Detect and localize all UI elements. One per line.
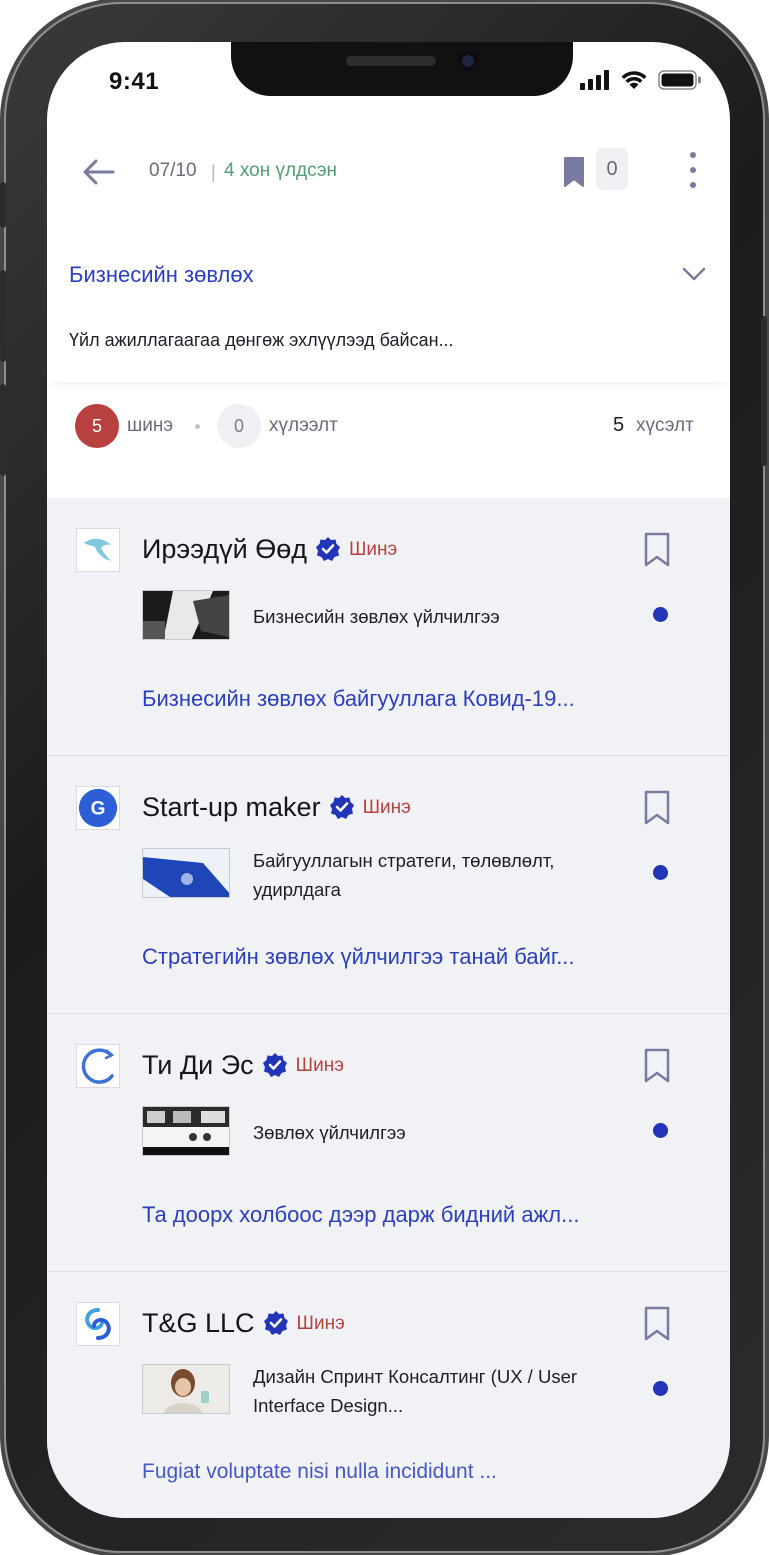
new-tag: Шинэ (295, 1055, 344, 1076)
unread-indicator (653, 1123, 668, 1138)
dolphin-logo-icon (84, 538, 111, 561)
new-tag: Шинэ (296, 1313, 345, 1334)
volume-down-button (0, 384, 6, 476)
wish-count: 5 (613, 414, 625, 436)
swirl-logo-icon (85, 1308, 111, 1340)
company-name-text: Ти Ди Эс (142, 1050, 254, 1080)
more-options-button[interactable] (683, 152, 703, 188)
new-count-badge: 5 (75, 404, 119, 448)
counter-separator: | (211, 162, 216, 182)
speaker-grille (346, 56, 436, 66)
company-name-text: Start-up maker (142, 792, 321, 822)
new-tag: Шинэ (349, 539, 398, 560)
request-counter: 07/10 (149, 160, 197, 181)
list-item[interactable]: G Start-up maker Шинэ Байгууллагын страте… (47, 756, 730, 1014)
more-dots-icon (690, 167, 696, 173)
list-item[interactable]: Ирээдүй Өөд Шинэ Бизнесийн зөвлөх үйлчилг… (47, 498, 730, 756)
waiting-count-badge: 0 (217, 404, 261, 448)
bookmark-outline-icon[interactable] (642, 532, 672, 568)
unread-indicator (653, 865, 668, 880)
mute-switch (0, 182, 6, 228)
company-name: Ти Ди Эс Шинэ (142, 1050, 344, 1081)
chevron-down-icon[interactable] (681, 264, 707, 284)
g-logo-icon: G (78, 788, 118, 828)
service-name: Дизайн Спринт Консалтинг (UX / User Inte… (253, 1366, 578, 1416)
screen: 9:41 07/10 | 4 хон үлдсэн 0 Бизнесийн зө… (47, 42, 730, 1518)
company-logo (76, 1044, 120, 1088)
stats-row: 5 шинэ 0 хүлээлт 5 хүсэлт (47, 400, 730, 452)
wifi-icon (621, 71, 647, 89)
arrow-left-icon (83, 159, 115, 185)
svg-text:G: G (91, 799, 106, 820)
unread-indicator (653, 1381, 668, 1396)
new-tag: Шинэ (362, 797, 411, 818)
company-name: T&G LLC Шинэ (142, 1308, 345, 1339)
more-dots-icon (690, 152, 696, 158)
battery-icon (658, 70, 701, 90)
phone-frame: 9:41 07/10 | 4 хон үлдсэн 0 Бизнесийн зө… (0, 2, 767, 1553)
power-button (761, 316, 767, 466)
bookmark-outline-icon[interactable] (642, 790, 672, 826)
category-description: Үйл ажиллагаагаа дөнгөж эхлүүлээд байсан… (69, 330, 454, 350)
service-name: Зөвлөх үйлчилгээ (253, 1122, 406, 1143)
status-icons (580, 70, 702, 90)
bookmark-count-badge: 0 (596, 148, 628, 190)
arc-logo-icon (81, 1048, 115, 1084)
verified-badge-icon (263, 1311, 288, 1335)
cellular-signal-icon (580, 70, 609, 90)
unread-indicator (653, 607, 668, 622)
service-name: Бизнесийн зөвлөх үйлчилгээ (253, 606, 500, 627)
notch (231, 42, 573, 96)
waiting-label: хүлээлт (269, 415, 338, 436)
service-name: Байгууллагын стратеги, төлөвлөлт, удирлд… (253, 850, 555, 900)
offer-description-link[interactable]: Бизнесийн зөвлөх байгууллага Ковид-19... (142, 686, 575, 712)
bookmark-outline-icon[interactable] (642, 1306, 672, 1342)
verified-badge-icon (262, 1053, 287, 1077)
list-item[interactable]: T&G LLC Шинэ Дизайн Спринт Консалтинг (UX… (47, 1272, 730, 1518)
days-remaining: 4 хон үлдсэн (224, 160, 338, 181)
list-item[interactable]: Ти Ди Эс Шинэ Зөвлөх үйлчилгээ Та доорх х… (47, 1014, 730, 1272)
service-thumbnail (142, 1106, 230, 1156)
company-name-text: Ирээдүй Өөд (142, 534, 307, 564)
company-logo (76, 1302, 120, 1346)
offer-list: Ирээдүй Өөд Шинэ Бизнесийн зөвлөх үйлчилг… (47, 498, 730, 1518)
wish-label: хүсэлт (636, 415, 694, 436)
offer-description-link[interactable]: Fugiat voluptate nisi nulla incididunt .… (142, 1460, 497, 1484)
company-logo (76, 528, 120, 572)
category-title: Бизнесийн зөвлөх (69, 262, 254, 287)
volume-up-button (0, 270, 6, 362)
company-name: Ирээдүй Өөд Шинэ (142, 534, 397, 565)
stats-dot-separator (195, 424, 200, 429)
new-label: шинэ (127, 415, 174, 436)
bookmark-icon[interactable] (559, 156, 589, 188)
verified-badge-icon (329, 795, 354, 819)
company-name-text: T&G LLC (142, 1308, 255, 1338)
verified-badge-icon (316, 537, 340, 561)
company-logo: G (76, 786, 120, 830)
more-dots-icon (690, 182, 696, 188)
offer-description-link[interactable]: Та доорх холбоос дээр дарж бидний ажл... (142, 1202, 579, 1228)
service-thumbnail (142, 590, 230, 640)
bookmark-outline-icon[interactable] (642, 1048, 672, 1084)
company-name: Start-up maker Шинэ (142, 792, 411, 823)
service-thumbnail (142, 1364, 230, 1414)
offer-description-link[interactable]: Стратегийн зөвлөх үйлчилгээ танай байг..… (142, 944, 575, 970)
status-time: 9:41 (109, 68, 160, 95)
service-thumbnail (142, 848, 230, 898)
front-camera (458, 51, 478, 71)
category-card[interactable]: Бизнесийн зөвлөх Үйл ажиллагаагаа дөнгөж… (47, 242, 730, 382)
back-button[interactable] (79, 152, 119, 192)
